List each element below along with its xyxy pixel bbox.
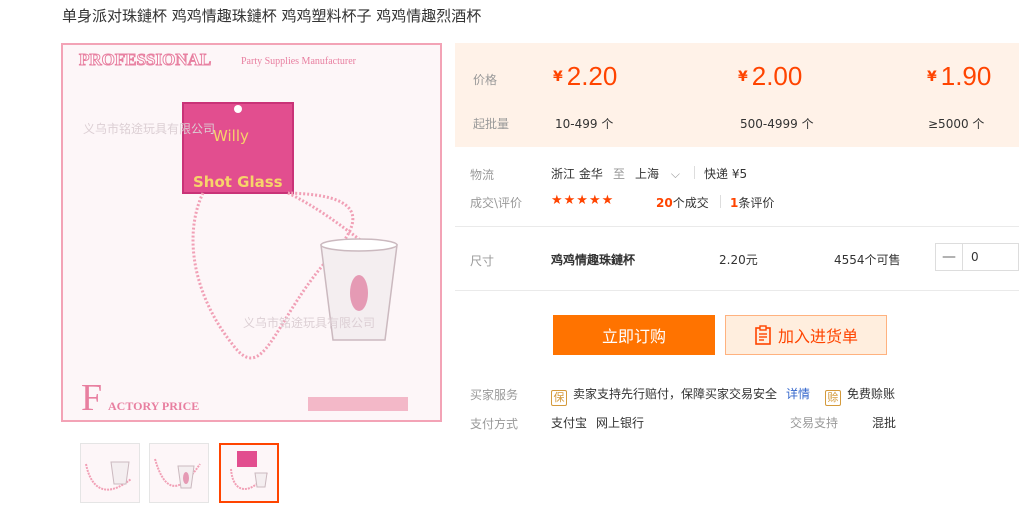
sku-stock: 4554个可售: [834, 253, 901, 267]
product-card-graphic: Willy Shot Glass: [182, 102, 294, 194]
service-credit: 赊免费赊账: [825, 385, 895, 406]
deals-count[interactable]: 20个成交: [656, 194, 709, 211]
size-label: 尺寸: [470, 254, 495, 268]
price-panel: 价格 起批量 ¥2.20 ¥2.00 ¥1.90 10-499 个 500-49…: [455, 43, 1019, 147]
price-label: 价格: [473, 73, 498, 87]
price-tier-3: ¥1.90: [927, 61, 992, 91]
trade-support-value: 混批: [872, 416, 897, 430]
card-line1: Willy: [213, 127, 249, 145]
moq-tier-1: 10-499 个: [555, 117, 614, 131]
rating-stars: ★★★★★: [551, 193, 615, 208]
card-line2: Shot Glass: [193, 173, 283, 191]
details-link[interactable]: 详情: [786, 385, 810, 402]
thumbnail-2[interactable]: [149, 443, 209, 503]
watermark-top: 义乌市铭途玩具有限公司: [83, 121, 215, 136]
thumbnail-3[interactable]: [219, 443, 279, 503]
add-to-cart-label: 加入进货单: [777, 327, 858, 346]
payment-label: 支付方式: [470, 417, 519, 431]
buy-now-button[interactable]: 立即订购: [553, 315, 715, 355]
trade-support-label: 交易支持: [790, 416, 839, 430]
quantity-input[interactable]: 0: [971, 250, 979, 264]
product-title: 单身派对珠鏈杯 鸡鸡情趣珠鏈杯 鸡鸡塑料杯子 鸡鸡情趣烈酒杯: [62, 7, 482, 25]
footer-letter: F: [81, 377, 102, 419]
reviews-label: 成交\评价: [470, 196, 523, 210]
payment-method-bank: 网上银行: [596, 416, 645, 430]
brand-text: PROFESSIONAL: [79, 50, 211, 69]
chevron-down-icon: ⌵: [670, 167, 680, 181]
factory-price-text: ACTORY PRICE: [108, 399, 199, 413]
thumbnail-1[interactable]: [80, 443, 140, 503]
credit-icon: 赊: [825, 390, 841, 406]
services-label: 买家服务: [470, 388, 519, 402]
moq-label: 起批量: [473, 117, 510, 131]
minus-button[interactable]: —: [936, 244, 963, 270]
ship-from: 浙江 金华: [551, 167, 603, 181]
brand-subtitle: Party Supplies Manufacturer: [241, 56, 357, 67]
section-divider: [455, 226, 1019, 227]
sku-price: 2.20元: [719, 253, 758, 267]
service-guarantee: 保卖家支持先行赔付，保障买家交易安全: [551, 385, 777, 406]
section-divider: [455, 290, 1019, 291]
review-count[interactable]: 1条评价: [730, 194, 774, 211]
watermark-bottom: 义乌市铭途玩具有限公司: [243, 315, 375, 330]
shield-icon: 保: [551, 390, 567, 406]
quantity-stepper: — 0: [935, 243, 1019, 271]
price-tier-2: ¥2.00: [738, 61, 803, 91]
ship-to-select[interactable]: 上海 ⌵: [635, 165, 680, 182]
moq-tier-2: 500-4999 个: [740, 117, 814, 131]
main-product-image[interactable]: PROFESSIONAL Party Supplies Manufacturer…: [61, 43, 442, 422]
price-tier-1: ¥2.20: [553, 61, 618, 91]
logistics-label: 物流: [470, 168, 495, 182]
express-fee: 快递 ¥5: [704, 167, 748, 181]
divider-vertical: [720, 195, 721, 208]
clipboard-icon: [755, 325, 771, 345]
ship-to-word: 至: [613, 167, 626, 181]
sku-name: 鸡鸡情趣珠鏈杯: [551, 253, 636, 267]
add-to-cart-button[interactable]: 加入进货单: [725, 315, 887, 355]
moq-tier-3: ≥5000 个: [928, 117, 985, 131]
divider-vertical: [694, 166, 695, 179]
payment-method-alipay: 支付宝: [551, 416, 588, 430]
